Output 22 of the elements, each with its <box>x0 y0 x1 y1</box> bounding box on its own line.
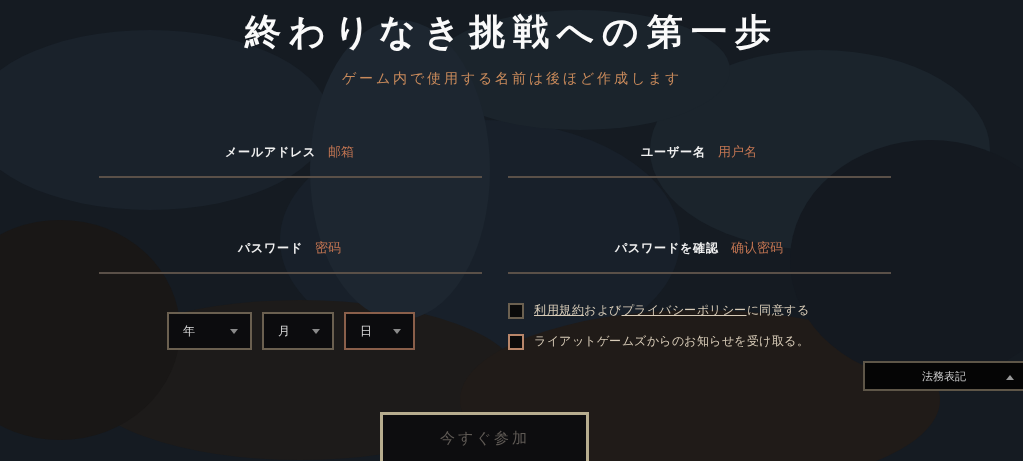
subtitle: ゲーム内で使用する名前は後ほど作成します <box>341 70 682 88</box>
page-title: 終わりなき挑戦への第一歩 <box>244 10 779 54</box>
input-field[interactable]: 密码 <box>315 240 343 256</box>
field-label: ユーザー名 <box>640 143 706 161</box>
link[interactable]: プライバシーポリシー <box>621 303 747 317</box>
caret-icon <box>1006 375 1014 380</box>
input-field[interactable]: 邮箱 <box>328 144 356 160</box>
date-dropdown[interactable]: 年 <box>166 312 252 350</box>
legal-button[interactable]: 法務表記 <box>863 361 1023 391</box>
field-label: パスワードを確認 <box>614 239 719 257</box>
link[interactable]: 利用規約 <box>534 303 584 317</box>
field-label: メールアドレス <box>225 143 316 161</box>
input-field[interactable]: 用户名 <box>717 144 759 160</box>
date-dropdown[interactable]: 日 <box>343 312 415 350</box>
checkbox-label: 利用規約およびプライバシーポリシー に同意する <box>534 302 809 319</box>
caret-icon <box>229 328 238 334</box>
caret-icon <box>311 328 320 334</box>
caret-icon <box>392 328 401 334</box>
input-field[interactable]: 确认密码 <box>730 240 785 256</box>
field-label: パスワード <box>238 239 303 257</box>
date-dropdown[interactable]: 月 <box>261 312 334 350</box>
checkbox-label: ライアットゲームズからのお知らせを受け取る。 <box>534 333 809 350</box>
